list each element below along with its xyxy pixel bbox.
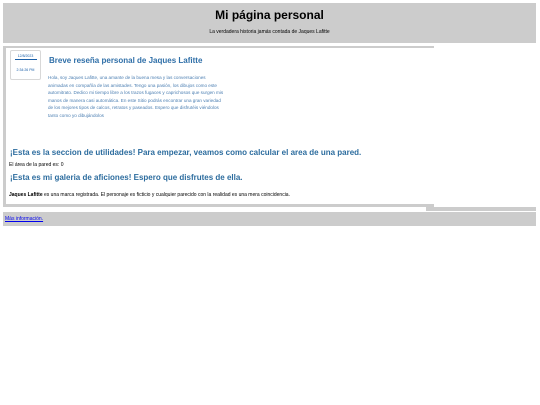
content-area: 12/8/2023 2:34:26 PM Breve reseña person…	[6, 48, 434, 204]
more-info-link[interactable]: Más información.	[5, 216, 43, 222]
wall-area-result: El área de la pared es: 0	[9, 162, 64, 168]
disclaimer-name: Jaques Lafitte	[9, 192, 43, 198]
sidebar-strip	[426, 207, 536, 211]
disclaimer: Jaques Lafitte es una marca registrada. …	[9, 192, 290, 198]
profile-heading: Breve reseña personal de Jaques Lafitte	[49, 56, 203, 65]
page-header: Mi página personal La verdadera historia…	[3, 3, 536, 43]
main-panel: 12/8/2023 2:34:26 PM Breve reseña person…	[3, 46, 434, 207]
page-subtitle: La verdadera historia jamás contada de J…	[209, 29, 330, 35]
profile-text: Hola, soy Jaques Lafitte, una amante de …	[48, 75, 224, 118]
clock-widget: 12/8/2023 2:34:26 PM	[10, 50, 41, 80]
disclaimer-text: es una marca registrada. El personaje es…	[42, 192, 290, 198]
utilities-heading: ¡Esta es la seccion de utilidades! Para …	[10, 148, 362, 157]
clock-divider	[14, 59, 37, 60]
gallery-heading: ¡Esta es mi galeria de aficiones! Espero…	[10, 173, 243, 182]
page-footer: Más información.	[3, 212, 536, 226]
page-title: Mi página personal	[215, 8, 324, 22]
clock-date: 12/8/2023	[17, 54, 34, 58]
clock-time: 2:34:26 PM	[16, 68, 35, 72]
